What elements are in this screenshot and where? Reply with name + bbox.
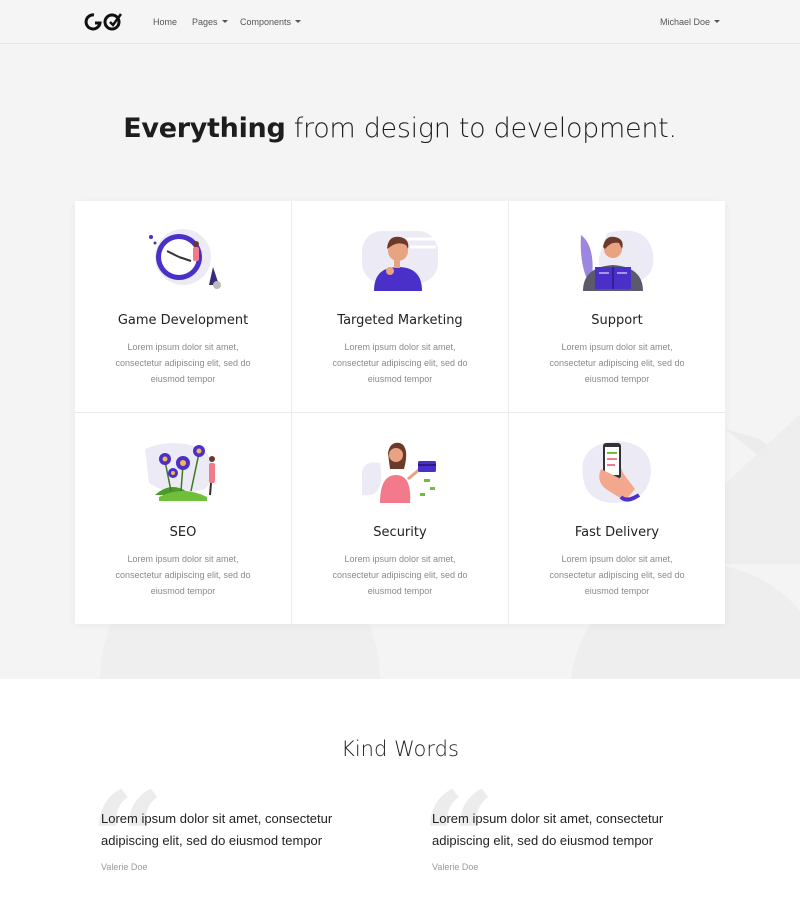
feature-title: Game Development xyxy=(117,313,249,328)
hero-title-rest: from design to development. xyxy=(285,113,677,144)
feature-text: Lorem ipsum dolor sit amet, consectetur … xyxy=(332,342,468,384)
feature-card-game-development: Game Development Lorem ipsum dolor sit a… xyxy=(75,201,291,412)
user-menu-dropdown[interactable]: Michael Doe xyxy=(660,16,721,28)
feature-text: Lorem ipsum dolor sit amet, consectetur … xyxy=(549,342,685,384)
feature-text: Lorem ipsum dolor sit amet, consectetur … xyxy=(332,554,468,596)
chevron-down-icon xyxy=(295,20,302,23)
testimonial-author: Valerie Doe xyxy=(432,862,479,872)
feature-title: Security xyxy=(373,525,427,540)
feature-card-seo: SEO Lorem ipsum dolor sit amet, consecte… xyxy=(75,413,291,624)
clock-illustration-icon xyxy=(149,229,221,289)
go-logo[interactable] xyxy=(84,11,124,33)
feature-text: Lorem ipsum dolor sit amet, consectetur … xyxy=(115,342,251,384)
feature-title: SEO xyxy=(169,525,197,540)
testimonial-author: Valerie Doe xyxy=(101,862,148,872)
feature-title: Support xyxy=(591,313,643,328)
nav-components-label: Components xyxy=(240,17,292,27)
person-reading-illustration-icon xyxy=(580,230,654,291)
feature-card-security: Security Lorem ipsum dolor sit amet, con… xyxy=(292,413,508,624)
person-thinking-illustration-icon xyxy=(362,231,438,291)
nav-pages-label: Pages xyxy=(192,17,218,27)
phone-in-hand-illustration-icon xyxy=(582,441,651,503)
feature-text: Lorem ipsum dolor sit amet, consectetur … xyxy=(549,554,685,596)
testimonial-quote: Lorem ipsum dolor sit amet, consectetur … xyxy=(101,811,333,848)
navbar: Home Pages Components Michael Doe xyxy=(0,0,800,44)
feature-title: Fast Delivery xyxy=(574,525,660,540)
user-name: Michael Doe xyxy=(660,17,711,27)
woman-with-card-illustration-icon xyxy=(361,442,436,503)
nav-pages-dropdown[interactable]: Pages xyxy=(192,16,228,28)
nav-components-dropdown[interactable]: Components xyxy=(240,16,302,28)
hero-title-bold: Everything xyxy=(123,113,286,144)
feature-card-fast-delivery: Fast Delivery Lorem ipsum dolor sit amet… xyxy=(509,413,725,624)
flowers-illustration-icon xyxy=(145,443,215,501)
feature-text: Lorem ipsum dolor sit amet, consectetur … xyxy=(115,554,251,596)
nav-home[interactable]: Home xyxy=(153,16,177,28)
hero-title: Everything from design to development. xyxy=(0,112,800,146)
testimonials-title: Kind Words xyxy=(341,737,459,761)
chevron-down-icon xyxy=(714,20,721,23)
features-grid: Game Development Lorem ipsum dolor sit a… xyxy=(75,201,725,624)
feature-card-support: Support Lorem ipsum dolor sit amet, cons… xyxy=(509,201,725,412)
testimonial-quote: Lorem ipsum dolor sit amet, consectetur … xyxy=(432,811,664,848)
feature-card-targeted-marketing: Targeted Marketing Lorem ipsum dolor sit… xyxy=(292,201,508,412)
chevron-down-icon xyxy=(221,20,228,23)
feature-title: Targeted Marketing xyxy=(337,313,463,328)
